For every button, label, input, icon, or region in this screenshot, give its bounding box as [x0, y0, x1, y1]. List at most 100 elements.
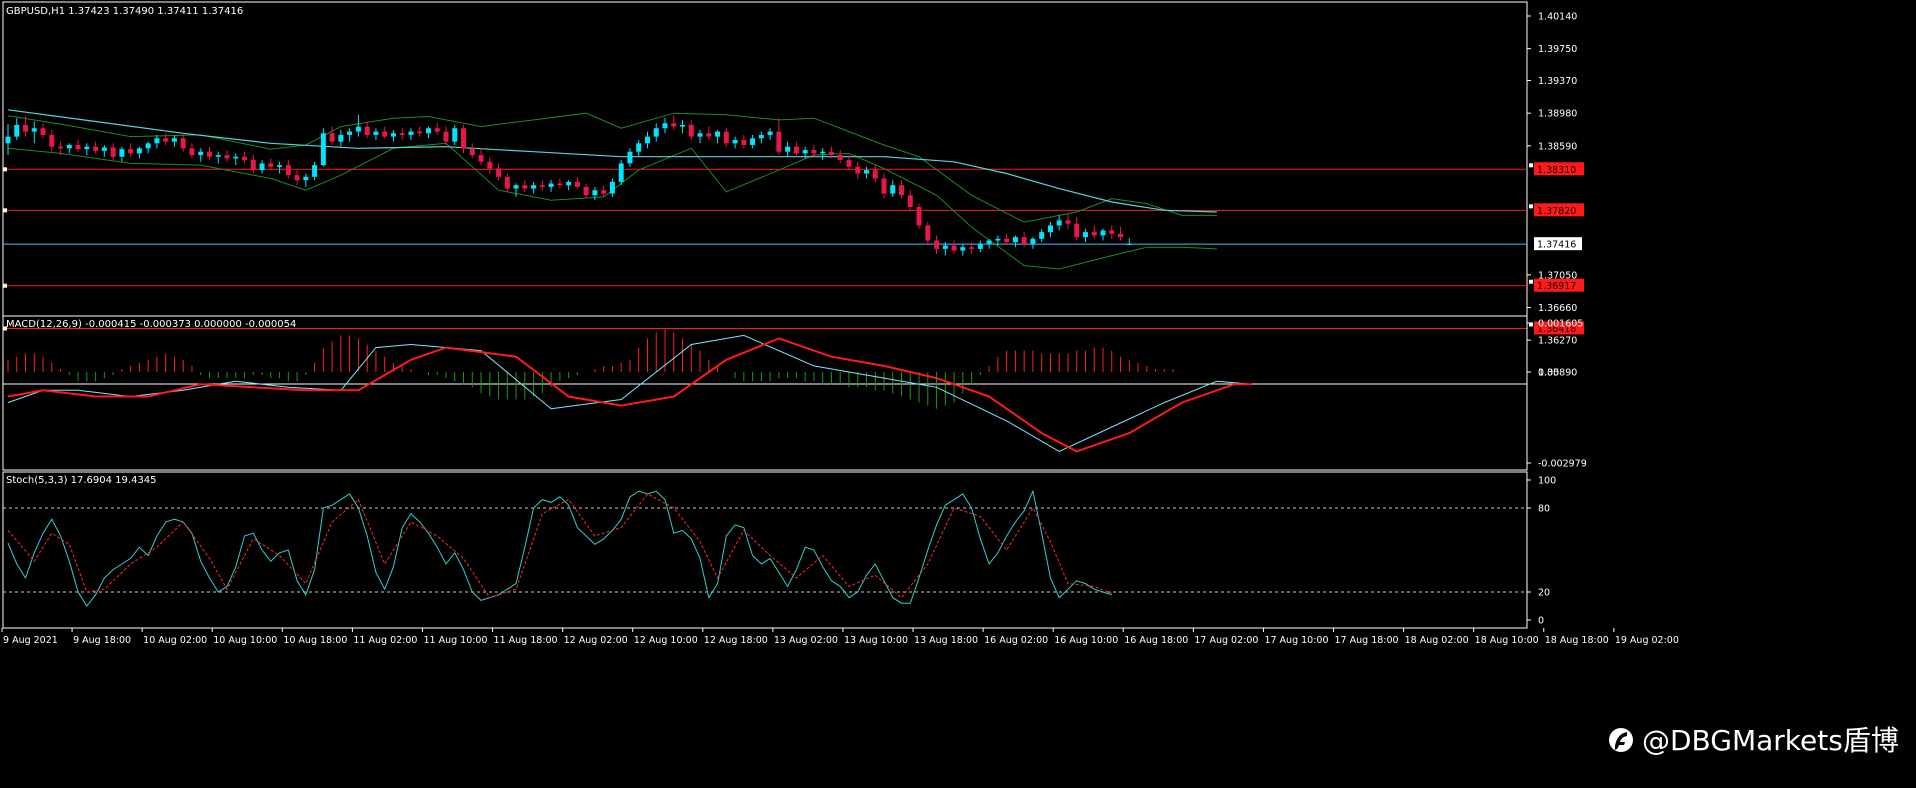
candle-body: [504, 176, 510, 189]
candle-body: [907, 195, 913, 207]
candle-body: [1021, 237, 1027, 244]
time-tick-label: 12 Aug 10:00: [634, 635, 698, 646]
candle-body: [741, 139, 747, 145]
candle-body: [443, 131, 449, 142]
macd-tick-label: 0.001605: [1538, 319, 1583, 330]
macd-pane-frame: [2, 315, 1528, 471]
candle-body: [627, 151, 633, 164]
candle-body: [215, 155, 221, 157]
bollinger-upper-band: [7, 112, 1217, 223]
candle-body: [469, 148, 475, 156]
macd-signal-line: [7, 337, 1252, 453]
candle-body: [242, 156, 248, 161]
candle-body: [872, 170, 878, 179]
candle-body: [925, 225, 931, 241]
candle-body: [811, 150, 817, 154]
candle-body: [916, 206, 922, 226]
candle-body: [452, 128, 458, 142]
last-price-tag-text: 1.37416: [1537, 240, 1576, 251]
candle-body: [960, 247, 966, 251]
candle-body: [653, 128, 659, 137]
time-tick-label: 13 Aug 02:00: [774, 635, 838, 646]
level-anchor-marker: [1529, 204, 1533, 209]
time-tick-label: 11 Aug 10:00: [423, 635, 487, 646]
candle-body: [496, 168, 502, 177]
time-tick-label: 18 Aug 02:00: [1405, 635, 1469, 646]
watermark-logo-icon: [1609, 728, 1633, 752]
candle-body: [583, 186, 589, 196]
level-anchor-marker: [3, 208, 7, 213]
candle-body: [776, 131, 782, 152]
candle-body: [189, 148, 195, 156]
price-tick-label: 1.36270: [1538, 336, 1577, 347]
candle-body: [390, 133, 396, 137]
candle-body: [522, 185, 528, 189]
candle-body: [680, 124, 686, 127]
candle-body: [119, 149, 125, 157]
stoch-tick-label: 0: [1538, 616, 1544, 627]
time-tick-label: 12 Aug 02:00: [564, 635, 628, 646]
candle-body: [513, 185, 519, 189]
candle-body: [408, 131, 414, 135]
candle-body: [49, 134, 55, 147]
level-anchor-marker: [1529, 279, 1533, 284]
candle-body: [1065, 220, 1071, 224]
macd-tick-label: -0.002979: [1538, 459, 1587, 470]
candle-body: [84, 146, 90, 150]
time-tick-label: 10 Aug 02:00: [143, 635, 207, 646]
watermark-text: @DBGMarkets盾博: [1642, 724, 1899, 757]
time-tick-label: 18 Aug 18:00: [1545, 635, 1609, 646]
price-tick-label: 1.39370: [1538, 76, 1577, 87]
candle-body: [802, 150, 808, 154]
candle-body: [312, 165, 318, 177]
price-tick-label: 1.39750: [1538, 44, 1577, 55]
candle-body: [224, 155, 230, 159]
candle-body: [338, 134, 344, 142]
candle-body: [163, 138, 169, 142]
price-level-tag-text: 1.37820: [1537, 206, 1576, 217]
candle-body: [128, 149, 134, 154]
candle-body: [1074, 223, 1080, 238]
candle-body: [969, 247, 975, 249]
candle-body: [347, 131, 353, 135]
candle-body: [198, 151, 204, 156]
candle-body: [785, 146, 791, 152]
price-tick-label: 1.36660: [1538, 303, 1577, 314]
candle-body: [110, 147, 116, 157]
candle-body: [750, 138, 756, 145]
candle-body: [1039, 232, 1045, 239]
candle-body: [5, 136, 11, 144]
candle-body: [601, 190, 607, 194]
time-tick-label: 17 Aug 18:00: [1335, 635, 1399, 646]
price-pane-title: GBPUSD,H1 1.37423 1.37490 1.37411 1.3741…: [6, 6, 243, 17]
candle-body: [881, 178, 887, 194]
time-tick-label: 11 Aug 02:00: [353, 635, 417, 646]
candle-body: [1118, 233, 1124, 238]
macd-main-line: [7, 334, 1252, 452]
time-tick-label: 9 Aug 18:00: [73, 635, 131, 646]
candle-body: [277, 165, 283, 167]
candle-body: [487, 161, 493, 169]
candle-body: [154, 138, 160, 144]
time-tick-label: 18 Aug 10:00: [1475, 635, 1539, 646]
candle-body: [136, 148, 142, 154]
candle-body: [942, 245, 948, 249]
candle-body: [977, 243, 983, 249]
candle-body: [1100, 230, 1106, 236]
candle-body: [793, 146, 799, 154]
level-anchor-marker: [3, 283, 7, 288]
candle-body: [715, 131, 721, 137]
candle-body: [697, 133, 703, 137]
candle-body: [706, 133, 712, 137]
candle-body: [434, 128, 440, 132]
time-axis: 9 Aug 2021 9 Aug 18:00 10 Aug 02:00 10 Aug …: [1, 628, 1679, 646]
candle-body: [995, 238, 1001, 241]
candle-body: [531, 185, 537, 189]
candle-body: [1004, 238, 1010, 243]
candle-body: [373, 131, 379, 135]
candle-body: [93, 146, 99, 151]
candle-body: [837, 155, 843, 161]
candle-body: [233, 156, 239, 159]
candle-body: [425, 128, 431, 134]
time-tick-label: 10 Aug 10:00: [213, 635, 277, 646]
